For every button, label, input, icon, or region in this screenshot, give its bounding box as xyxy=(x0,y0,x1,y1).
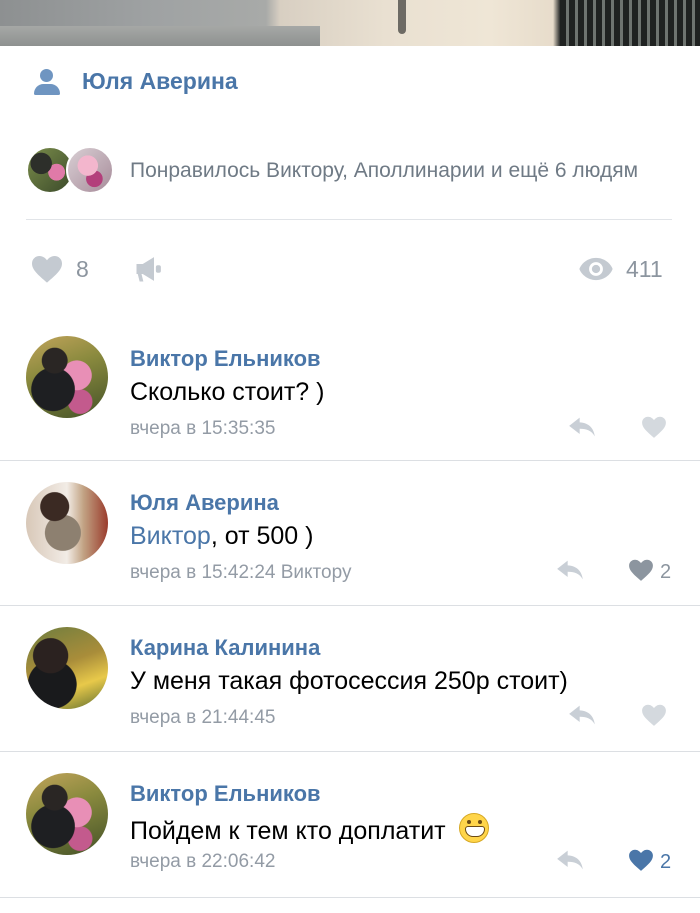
post-author-name[interactable]: Юля Аверина xyxy=(82,68,238,95)
reply-icon[interactable] xyxy=(556,849,586,873)
avatar[interactable] xyxy=(26,336,108,418)
photo-pole xyxy=(398,0,406,34)
divider xyxy=(0,605,700,606)
comment-like-button[interactable]: 2 xyxy=(628,559,671,585)
avatar[interactable] xyxy=(26,773,108,855)
like-count: 8 xyxy=(76,255,89,282)
post-author-row[interactable]: Юля Аверина xyxy=(0,62,700,100)
heart-icon xyxy=(628,558,654,587)
photo-pavement xyxy=(0,26,320,46)
likers-row[interactable]: Понравилось Виктору, Аполлинарии и ещё 6… xyxy=(26,142,676,198)
comment-like-button[interactable]: 2 xyxy=(628,849,671,875)
comment-text: У меня такая фотосессия 250р стоит) xyxy=(130,667,568,695)
view-count: 411 xyxy=(626,255,663,282)
comment-time: вчера в 22:06:42 xyxy=(130,851,276,872)
comment-time: вчера в 15:42:24 Виктору xyxy=(130,562,352,583)
comment-item: Виктор Ельников Пойдем к тем кто доплати… xyxy=(0,753,700,899)
photo-gate xyxy=(560,0,700,46)
eye-icon xyxy=(578,256,614,282)
comment-item: Карина Калинина У меня такая фотосессия … xyxy=(0,607,700,753)
post-actions: 8 411 xyxy=(26,246,674,292)
person-icon xyxy=(32,67,62,95)
liker-avatar xyxy=(66,146,114,194)
share-button[interactable] xyxy=(134,246,164,292)
comment-author[interactable]: Виктор Ельников xyxy=(130,346,321,372)
comment-time: вчера в 21:44:45 xyxy=(130,707,276,728)
comment-mention-link[interactable]: Виктор xyxy=(130,522,211,550)
comment-like-count: 2 xyxy=(660,850,672,873)
grinning-face-emoji-icon xyxy=(458,813,489,843)
comment-text: Сколько стоит? ) xyxy=(130,378,325,406)
divider xyxy=(26,219,672,220)
comment-text-body: , от 500 ) xyxy=(210,522,314,550)
heart-icon xyxy=(641,703,667,732)
comment-item: Виктор Ельников Сколько стоит? ) вчера в… xyxy=(0,316,700,462)
comment-like-button[interactable] xyxy=(641,416,667,442)
comment-like-count: 2 xyxy=(660,560,672,583)
comment-like-button[interactable] xyxy=(641,704,667,730)
comment-text: Виктор, от 500 ) xyxy=(130,522,313,551)
avatar[interactable] xyxy=(26,627,108,709)
heart-icon xyxy=(628,848,654,877)
heart-icon xyxy=(641,415,667,444)
views-counter: 411 xyxy=(578,246,663,292)
comment-author[interactable]: Юля Аверина xyxy=(130,490,279,516)
comment-time: вчера в 15:35:35 xyxy=(130,418,276,439)
post-photo[interactable] xyxy=(0,0,700,46)
reply-icon[interactable] xyxy=(568,416,598,440)
liker-avatars[interactable] xyxy=(26,144,122,196)
comment-author[interactable]: Карина Калинина xyxy=(130,635,320,661)
avatar[interactable] xyxy=(26,482,108,564)
comment-text-body: Пойдем к тем кто доплатит xyxy=(130,817,453,845)
comment-author[interactable]: Виктор Ельников xyxy=(130,781,321,807)
reply-icon[interactable] xyxy=(556,559,586,583)
heart-icon xyxy=(30,254,64,284)
comment-text: Пойдем к тем кто доплатит xyxy=(130,813,489,846)
like-button[interactable]: 8 xyxy=(30,246,89,292)
likers-text[interactable]: Понравилось Виктору, Аполлинарии и ещё 6… xyxy=(130,157,650,184)
divider xyxy=(0,460,700,461)
reply-icon[interactable] xyxy=(568,704,598,728)
comment-item: Юля Аверина Виктор, от 500 ) вчера в 15:… xyxy=(0,462,700,608)
divider xyxy=(0,751,700,752)
divider xyxy=(0,897,700,898)
megaphone-icon xyxy=(134,254,164,284)
